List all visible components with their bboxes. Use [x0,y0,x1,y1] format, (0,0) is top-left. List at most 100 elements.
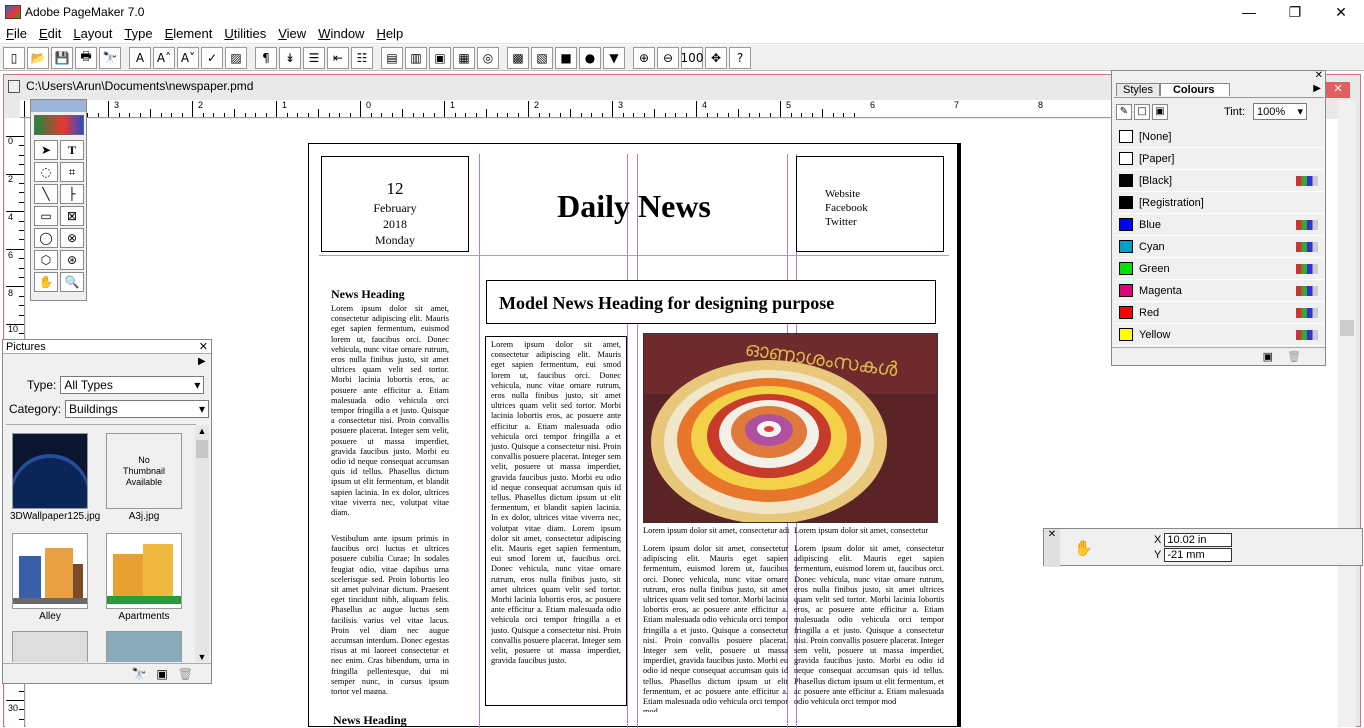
photo-caption-right[interactable]: Lorem ipsum dolor sit amet, consectetur [794,526,944,535]
pdf-icon[interactable]: ▼ [603,46,625,69]
ellipse-frame-tool-icon[interactable]: ⊗ [60,228,84,248]
pointer-tool-icon[interactable]: ➤ [34,140,58,160]
text-tool-icon[interactable]: T [60,140,84,160]
thumbnail-apartments[interactable] [106,533,182,609]
thumbnail-alley[interactable] [12,533,88,609]
colour-item[interactable]: [None] [1114,126,1324,148]
panel-menu-arrow-icon[interactable]: ▶ [1313,83,1321,94]
print-icon[interactable]: 🖶 [75,46,97,69]
colour-item[interactable]: [Registration] [1114,192,1324,214]
menu-type[interactable]: Type [118,26,158,41]
colour-item[interactable]: [Paper] [1114,148,1324,170]
menu-file[interactable]: File [0,26,33,41]
colour-item[interactable]: Cyan [1114,236,1324,258]
type-select[interactable]: All Types ▾ [60,376,205,394]
save-icon[interactable]: 💾 [51,46,73,69]
left-news-heading[interactable]: News Heading [331,287,405,302]
pages-icon[interactable]: ▥ [405,46,427,69]
close-icon[interactable]: ✕ [1044,529,1060,567]
thumbnail-3dwallpaper[interactable] [12,433,88,509]
thumbnail-partial[interactable] [106,631,182,662]
main-heading-box[interactable]: Model News Heading for designing purpose [486,280,936,324]
colour-item[interactable]: Magenta [1114,280,1324,302]
bullets-icon[interactable]: ☰ [303,46,325,69]
trash-icon[interactable]: 🗑 [1287,350,1301,363]
find-icon[interactable]: 🔭 [99,46,121,69]
zoom-in-icon[interactable]: ⊕ [633,46,655,69]
left-article-text-2[interactable]: Vestibulum ante ipsum primis in faucibus… [331,534,449,694]
menu-view[interactable]: View [272,26,312,41]
fill-icon[interactable]: □ [1134,103,1150,120]
links-box[interactable]: Website Facebook Twitter [796,156,944,252]
menu-utilities[interactable]: Utilities [218,26,272,41]
colour-item[interactable]: Red [1114,302,1324,324]
open-icon[interactable]: 📂 [27,46,49,69]
new-item-icon[interactable]: ▣ [156,667,167,681]
hand-tool-icon[interactable]: ✋ [34,272,58,292]
panel-menu-arrow-icon[interactable]: ▶ [198,356,208,372]
indent-icon[interactable]: ↡ [279,46,301,69]
constrained-line-tool-icon[interactable]: ├ [60,184,84,204]
zoom-out-icon[interactable]: ⊖ [657,46,679,69]
scrollbar-thumb[interactable] [1340,320,1354,336]
stroke-pencil-icon[interactable]: ✎ [1116,103,1132,120]
menu-help[interactable]: Help [370,26,409,41]
pictures-scrollbar[interactable]: ▲ ▼ [195,426,209,662]
date-box[interactable]: 12 February 2018 Monday [321,156,469,252]
fit-icon[interactable]: ✥ [705,46,727,69]
menu-layout[interactable]: Layout [67,26,118,41]
export-icon[interactable]: ▧ [531,46,553,69]
tint-select[interactable]: 100% ▾ [1253,103,1307,120]
link-icon[interactable]: ◎ [477,46,499,69]
new-colour-icon[interactable]: ▣ [1263,350,1273,363]
menu-edit[interactable]: Edit [33,26,67,41]
outdent-icon[interactable]: ⇤ [327,46,349,69]
colour-item[interactable]: Green [1114,258,1324,280]
pictures-title-bar[interactable]: Pictures ✕ [3,340,211,354]
y-position-input[interactable]: -21 mm [1164,548,1233,562]
x-position-input[interactable]: 10.02 in [1164,533,1233,547]
zoom-tool-icon[interactable]: 🔍 [60,272,84,292]
right-article-text-1[interactable]: Lorem ipsum dolor sit amet, consectetur … [643,544,788,712]
restore-button[interactable]: ❐ [1272,0,1318,24]
ellipse-tool-icon[interactable]: ◯ [34,228,58,248]
scroll-down-icon[interactable]: ▼ [195,652,209,662]
spell-check-icon[interactable]: ✓ [201,46,223,69]
colour-item[interactable]: Blue [1114,214,1324,236]
polygon-tool-icon[interactable]: ⬡ [34,250,58,270]
scroll-up-icon[interactable]: ▲ [195,426,209,436]
left-article-text-1[interactable]: Lorem ipsum dolor sit amet, consectetur … [331,304,449,524]
toolbox-title-bar[interactable] [31,100,86,112]
image-icon[interactable]: ▩ [507,46,529,69]
document-close-icon[interactable]: ✕ [1326,82,1350,98]
font-icon[interactable]: A [129,46,151,69]
font-size-up-icon[interactable]: A˄ [153,46,175,69]
new-icon[interactable]: ▯ [3,46,25,69]
right-article-text-2[interactable]: Lorem ipsum dolor sit amet, consectetur … [794,544,944,712]
menu-window[interactable]: Window [312,26,370,41]
fill-icon[interactable]: ▨ [225,46,247,69]
polygon-frame-tool-icon[interactable]: ⊛ [60,250,84,270]
category-select[interactable]: Buildings ▾ [65,400,210,418]
crop-tool-icon[interactable]: ⌗ [60,162,84,182]
left-news-heading-2[interactable]: News Heading [333,713,407,728]
tab-colours[interactable]: Colours [1159,83,1230,96]
place-icon[interactable]: ▣ [429,46,451,69]
paragraph-icon[interactable]: ¶ [255,46,277,69]
rectangle-frame-tool-icon[interactable]: ⊠ [60,206,84,226]
close-icon[interactable]: ✕ [1315,70,1323,81]
close-icon[interactable]: ✕ [199,340,211,353]
thumbnail-partial[interactable] [12,631,88,662]
rectangle-tool-icon[interactable]: ▭ [34,206,58,226]
actual-size-icon[interactable]: 100 [681,46,703,69]
rotate-tool-icon[interactable]: ◌ [34,162,58,182]
document-vertical-scrollbar[interactable] [1338,100,1356,727]
minimize-button[interactable]: — [1226,0,1272,24]
fill-and-stroke-icon[interactable]: ▣ [1152,103,1168,120]
publication-page[interactable]: 12 February 2018 Monday Daily News Websi… [308,143,958,728]
menu-element[interactable]: Element [159,26,219,41]
horizontal-ruler[interactable]: 4321012345678 [20,100,1112,118]
list-icon[interactable]: ☷ [351,46,373,69]
search-icon[interactable]: 🔭 [131,667,146,681]
table-icon[interactable]: ▦ [453,46,475,69]
